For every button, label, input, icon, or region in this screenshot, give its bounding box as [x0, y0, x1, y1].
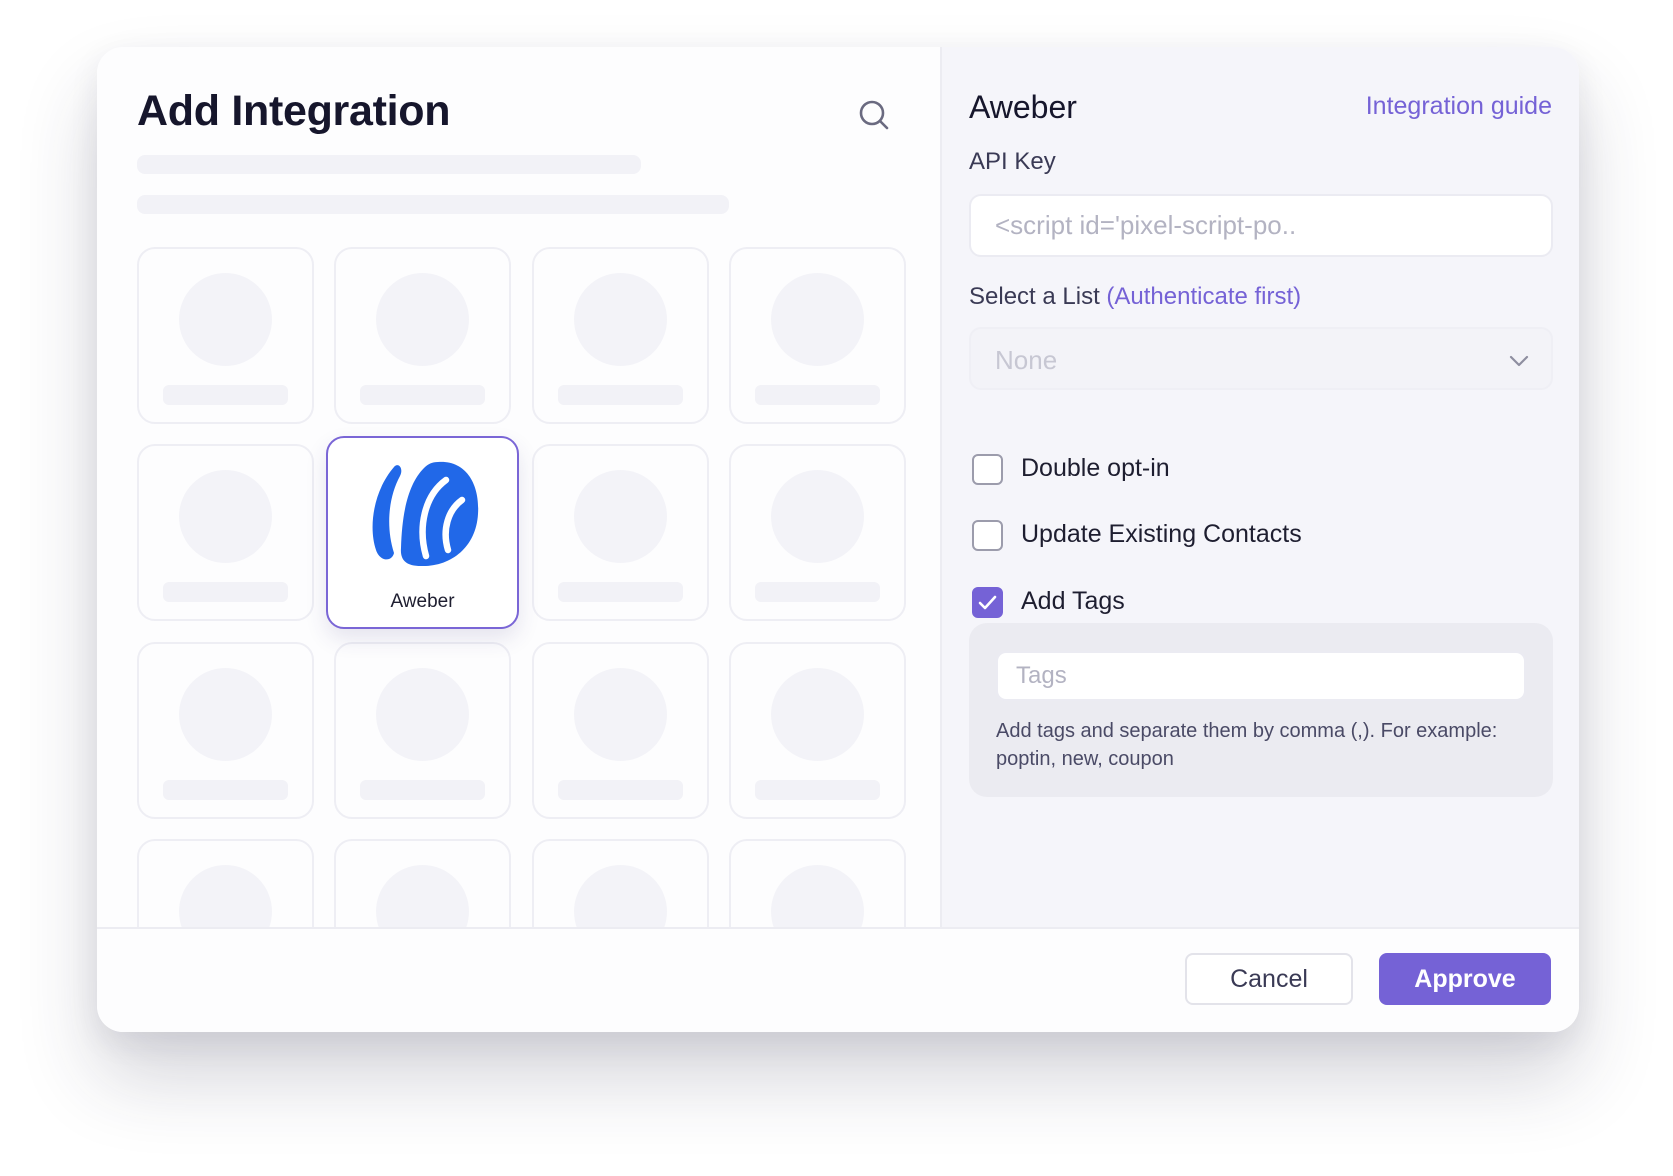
check-icon: [978, 595, 997, 610]
authenticate-hint: (Authenticate first): [1106, 283, 1302, 310]
add-tags-checkbox[interactable]: [972, 587, 1003, 618]
integration-tile-placeholder: [532, 839, 709, 927]
modal-title: Add Integration: [137, 87, 451, 135]
tags-input[interactable]: [996, 651, 1526, 701]
integration-tile-placeholder: [729, 642, 906, 819]
integration-settings-panel: Aweber Integration guide API Key Select …: [942, 47, 1579, 927]
integration-tile-placeholder: [334, 642, 511, 819]
api-key-label: API Key: [969, 148, 1056, 175]
integration-guide-link[interactable]: Integration guide: [1366, 92, 1552, 121]
approve-button[interactable]: Approve: [1379, 953, 1551, 1005]
select-list-label: Select a List (Authenticate first): [969, 283, 1301, 311]
integration-tile-placeholder: [532, 444, 709, 621]
double-opt-in-checkbox[interactable]: [972, 454, 1003, 485]
description-skeleton-line-2: [137, 195, 729, 214]
aweber-logo-icon: [366, 458, 481, 573]
select-list-label-text: Select a List: [969, 283, 1100, 310]
integration-tile-placeholder: [334, 247, 511, 424]
api-key-input[interactable]: [969, 194, 1553, 257]
list-select-value: None: [995, 345, 1058, 375]
integration-tile-placeholder: [729, 839, 906, 927]
cancel-button[interactable]: Cancel: [1185, 953, 1353, 1005]
search-icon[interactable]: [854, 95, 894, 135]
integration-tile-placeholder: [137, 444, 314, 621]
add-tags-label: Add Tags: [1021, 587, 1125, 615]
integration-tile-label: Aweber: [390, 591, 455, 612]
integration-tile-placeholder: [137, 642, 314, 819]
double-opt-in-label: Double opt-in: [1021, 454, 1170, 482]
integration-tile-placeholder: [729, 444, 906, 621]
integration-tile-aweber[interactable]: Aweber: [326, 436, 519, 629]
modal-footer: Cancel Approve: [97, 927, 1579, 1032]
integration-picker-panel: Add Integration Aweber: [97, 47, 940, 927]
integration-tile-placeholder: [729, 247, 906, 424]
tags-panel: Add tags and separate them by comma (,).…: [969, 623, 1553, 797]
integration-tile-placeholder: [334, 839, 511, 927]
integration-tile-placeholder: [532, 642, 709, 819]
chevron-down-icon: [1507, 349, 1531, 373]
update-existing-contacts-checkbox[interactable]: [972, 520, 1003, 551]
provider-name: Aweber: [969, 89, 1077, 125]
integration-tile-placeholder: [137, 247, 314, 424]
list-select[interactable]: None: [969, 327, 1553, 390]
add-integration-modal: Add Integration Aweber Aweber Integratio…: [97, 47, 1579, 1032]
integration-tile-placeholder: [137, 839, 314, 927]
description-skeleton-line-1: [137, 155, 641, 174]
update-existing-contacts-label: Update Existing Contacts: [1021, 520, 1302, 548]
tags-help-text: Add tags and separate them by comma (,).…: [996, 720, 1498, 770]
integration-tile-placeholder: [532, 247, 709, 424]
